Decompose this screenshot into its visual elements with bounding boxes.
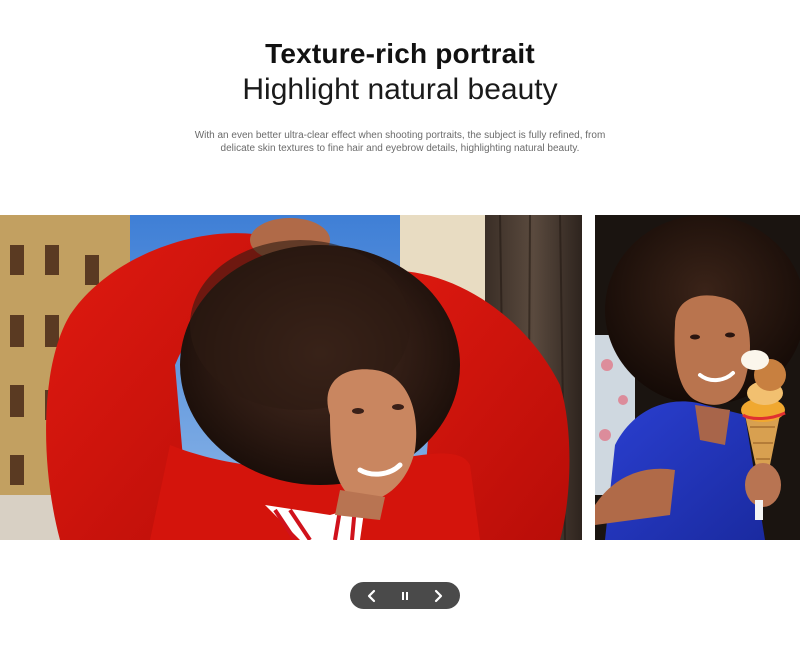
prev-button[interactable] <box>362 586 382 606</box>
portrait-gallery <box>0 215 800 540</box>
chevron-right-icon <box>434 589 443 602</box>
section-title: Texture-rich portrait <box>265 38 535 69</box>
portrait-photo-red-sweater <box>0 215 582 540</box>
section-subtitle: Highlight natural beauty <box>242 73 558 106</box>
section-description: With an even better ultra-clear effect w… <box>194 130 606 154</box>
next-button[interactable] <box>428 586 448 606</box>
portrait-photo-ice-cream <box>595 215 800 540</box>
chevron-left-icon <box>367 589 376 602</box>
carousel-controls <box>350 582 460 609</box>
gallery-slide-red-sweater[interactable] <box>0 215 582 540</box>
pause-icon <box>402 591 408 600</box>
pause-button[interactable] <box>395 586 415 606</box>
gallery-slide-ice-cream[interactable] <box>595 215 800 540</box>
page: Texture-rich portrait Highlight natural … <box>0 0 800 660</box>
